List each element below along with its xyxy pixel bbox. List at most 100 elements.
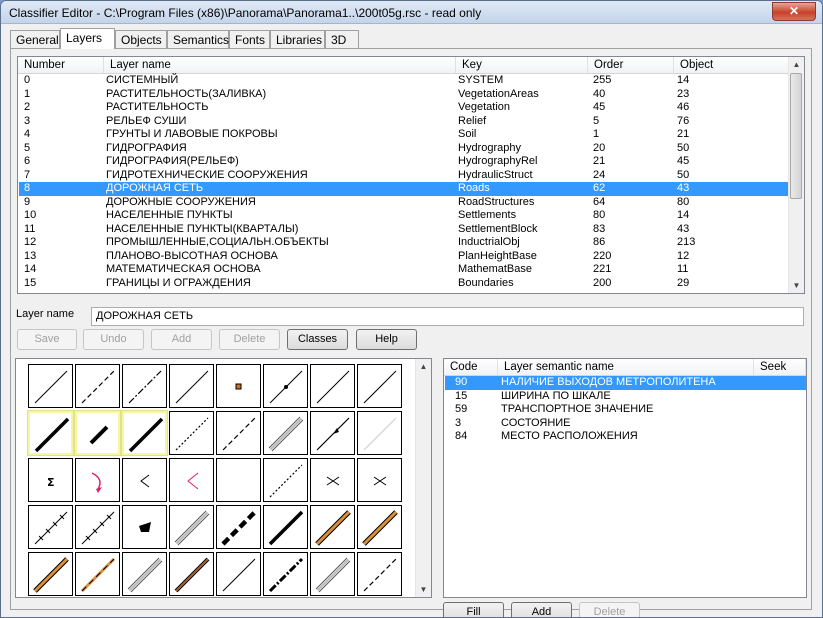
symbols-scrollbar[interactable]: ▲ ▼	[415, 359, 431, 597]
column-header-semantic-name[interactable]: Layer semantic name	[498, 359, 754, 375]
thin-line-symbol[interactable]	[28, 364, 73, 408]
cross-symbol[interactable]	[310, 458, 355, 502]
semantic-add-button[interactable]: Add	[511, 602, 572, 617]
layers-scrollbar[interactable]: ▲ ▼	[788, 57, 804, 293]
save-button[interactable]: Save	[17, 329, 77, 350]
tab-fonts[interactable]: Fonts	[229, 30, 270, 48]
orange-road-symbol[interactable]	[28, 552, 73, 596]
thin-line-symbol[interactable]	[310, 364, 355, 408]
column-header-number[interactable]: Number	[18, 57, 104, 73]
semantic-delete-button[interactable]: Delete	[579, 602, 640, 617]
pink-arrow-symbol[interactable]	[75, 458, 120, 502]
table-row[interactable]: 7 ГИДРОТЕХНИЧЕСКИЕ СООРУЖЕНИЯ HydraulicStr…	[19, 169, 790, 183]
table-row[interactable]: 0 СИСТЕМНЫЙ SYSTEM 255 14	[19, 74, 790, 88]
scroll-down-icon[interactable]: ▼	[416, 582, 431, 597]
faint-line-symbol[interactable]	[357, 411, 402, 455]
flag-symbol[interactable]	[122, 505, 167, 549]
tab-semantics[interactable]: Semantics	[167, 30, 229, 48]
dashed-line-symbol[interactable]	[75, 364, 120, 408]
chevron-symbol[interactable]	[122, 458, 167, 502]
list-item[interactable]: 59 ТРАНСПОРТНОЕ ЗНАЧЕНИЕ	[445, 403, 806, 417]
double-line-symbol[interactable]	[310, 552, 355, 596]
dash-dot-line-symbol[interactable]	[122, 364, 167, 408]
thin-line-symbol[interactable]	[357, 364, 402, 408]
tab-3d[interactable]: 3D	[325, 30, 359, 48]
bridge-symbol[interactable]: Σ	[28, 458, 73, 502]
layers-table[interactable]: Number Layer name Key Order Object 0 СИСТ…	[17, 56, 805, 294]
ticked-line-symbol[interactable]	[75, 505, 120, 549]
semantics-table[interactable]: Code Layer semantic name Seek 90 НАЛИЧИЕ …	[443, 358, 807, 598]
table-row[interactable]: 6 ГИДРОГРАФИЯ(РЕЛЬЕФ) HydrographyRel 21 45	[19, 155, 790, 169]
point-marker-symbol[interactable]	[216, 364, 261, 408]
empty-symbol[interactable]	[216, 458, 261, 502]
scroll-thumb[interactable]	[790, 73, 802, 199]
scroll-up-icon[interactable]: ▲	[416, 359, 431, 374]
pink-chevron-symbol[interactable]	[169, 458, 214, 502]
dotted-line-symbol[interactable]	[263, 458, 308, 502]
line-with-dots-symbol[interactable]	[263, 364, 308, 408]
close-button[interactable]: ✕	[772, 2, 816, 21]
table-row[interactable]: 11 НАСЕЛЕННЫЕ ПУНКТЫ(КВАРТАЛЫ) SettlementB…	[19, 223, 790, 237]
classes-button[interactable]: Classes	[287, 329, 348, 350]
orange-road-symbol[interactable]	[357, 505, 402, 549]
title-bar[interactable]: Classifier Editor - C:\Program Files (x8…	[1, 1, 822, 24]
table-row[interactable]: 5 ГИДРОГРАФИЯ Hydrography 20 50	[19, 142, 790, 156]
table-row[interactable]: 1 РАСТИТЕЛЬНОСТЬ(ЗАЛИВКА) VegetationAreas 4…	[19, 88, 790, 102]
mixed-dash-symbol[interactable]	[263, 552, 308, 596]
column-header-object[interactable]: Object	[674, 57, 790, 73]
layer-cell-object: 50	[677, 168, 690, 181]
add-button[interactable]: Add	[151, 329, 212, 350]
list-item[interactable]: 84 МЕСТО РАСПОЛОЖЕНИЯ	[445, 430, 806, 444]
cross-symbol[interactable]	[357, 458, 402, 502]
dashed-line-symbol[interactable]	[216, 411, 261, 455]
dotted-line-symbol[interactable]	[169, 411, 214, 455]
double-line-symbol[interactable]	[263, 411, 308, 455]
column-header-order[interactable]: Order	[588, 57, 674, 73]
column-header-code[interactable]: Code	[444, 359, 498, 375]
scroll-down-icon[interactable]: ▼	[789, 278, 804, 293]
tab-libraries[interactable]: Libraries	[270, 30, 325, 48]
tab-objects[interactable]: Objects	[115, 30, 167, 48]
table-row[interactable]: 13 ПЛАНОВО-ВЫСОТНАЯ ОСНОВА PlanHeightBase 2…	[19, 250, 790, 264]
layer-name-field[interactable]: ДОРОЖНАЯ СЕТЬ	[91, 307, 804, 326]
scroll-up-icon[interactable]: ▲	[789, 57, 804, 72]
line-with-arrows-symbol[interactable]	[310, 411, 355, 455]
column-header-key[interactable]: Key	[456, 57, 588, 73]
table-row[interactable]: 4 ГРУНТЫ И ЛАВОВЫЕ ПОКРОВЫ Soil 1 21	[19, 128, 790, 142]
table-row[interactable]: 12 ПРОМЫШЛЕННЫЕ,СОЦИАЛЬН.ОБЪЕКТЫ Inductria…	[19, 236, 790, 250]
tab-layers[interactable]: Layers	[60, 28, 115, 49]
symbols-grid[interactable]: Σ ▲ ▼	[15, 358, 432, 598]
column-header-layer-name[interactable]: Layer name	[104, 57, 456, 73]
double-line-symbol[interactable]	[122, 552, 167, 596]
thick-line-symbol[interactable]	[263, 505, 308, 549]
table-row[interactable]: 14 МАТЕМАТИЧЕСКАЯ ОСНОВА MathematBase 221 11	[19, 263, 790, 277]
list-item[interactable]: 90 НАЛИЧИЕ ВЫХОДОВ МЕТРОПОЛИТЕНА	[445, 376, 806, 390]
orange-road-symbol[interactable]	[310, 505, 355, 549]
thick-line-symbol[interactable]	[27, 410, 74, 456]
thin-line-symbol[interactable]	[169, 364, 214, 408]
table-row[interactable]: 10 НАСЕЛЕННЫЕ ПУНКТЫ Settlements 80 14	[19, 209, 790, 223]
layer-cell-name: ГИДРОГРАФИЯ(РЕЛЬЕФ)	[106, 155, 239, 167]
ticked-line-symbol[interactable]	[28, 505, 73, 549]
table-row[interactable]: 8 ДОРОЖНАЯ СЕТЬ Roads 62 43	[19, 182, 790, 196]
delete-button[interactable]: Delete	[219, 329, 280, 350]
brown-road-symbol[interactable]	[169, 552, 214, 596]
table-row[interactable]: 3 РЕЛЬЕФ СУШИ Relief 5 76	[19, 115, 790, 129]
short-thick-line-symbol[interactable]	[74, 410, 121, 456]
undo-button[interactable]: Undo	[83, 329, 144, 350]
table-row[interactable]: 15 ГРАНИЦЫ И ОГРАЖДЕНИЯ Boundaries 200 29	[19, 277, 790, 291]
fill-button[interactable]: Fill	[443, 602, 504, 617]
table-row[interactable]: 9 ДОРОЖНЫЕ СООРУЖЕНИЯ RoadStructures 64 80	[19, 196, 790, 210]
table-row[interactable]: 2 РАСТИТЕЛЬНОСТЬ Vegetation 45 46	[19, 101, 790, 115]
thick-line-symbol[interactable]	[121, 410, 168, 456]
thin-line-symbol[interactable]	[216, 552, 261, 596]
list-item[interactable]: 15 ШИРИНА ПО ШКАЛЕ	[445, 390, 806, 404]
column-header-seek[interactable]: Seek	[754, 359, 806, 375]
list-item[interactable]: 3 СОСТОЯНИЕ	[445, 417, 806, 431]
orange-dashed-road-symbol[interactable]	[75, 552, 120, 596]
tab-general[interactable]: General	[10, 30, 60, 48]
bold-dashed-line-symbol[interactable]	[216, 505, 261, 549]
dashed-line-symbol[interactable]	[357, 552, 402, 596]
help-button[interactable]: Help	[356, 329, 417, 350]
double-line-symbol[interactable]	[169, 505, 214, 549]
